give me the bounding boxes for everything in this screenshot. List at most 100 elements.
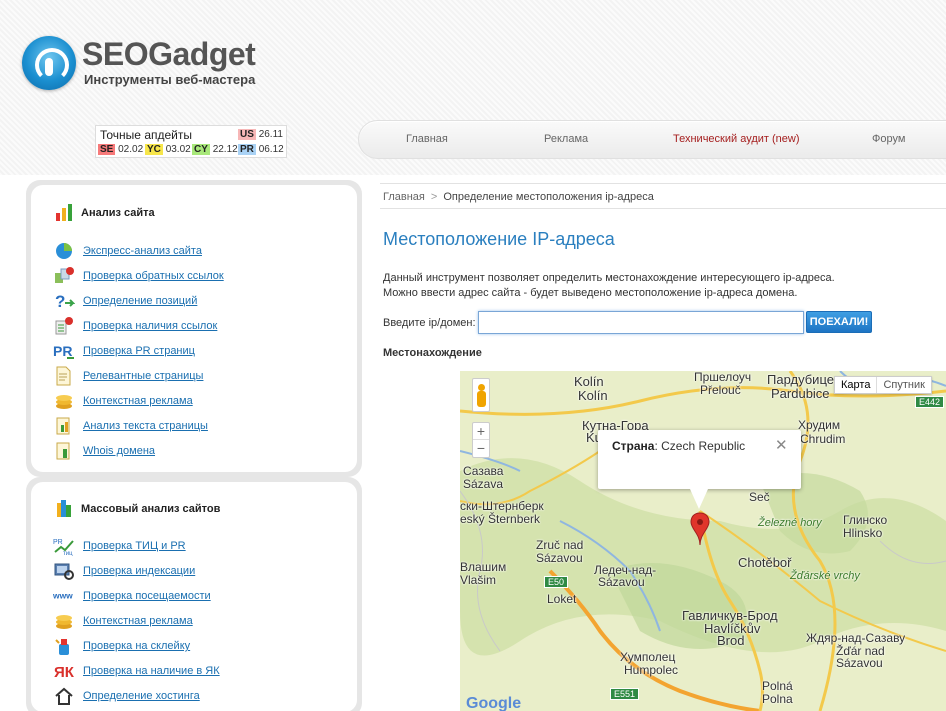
map-label: Polna — [762, 692, 793, 706]
menu-link[interactable]: Проверка наличия ссылок — [83, 320, 217, 332]
update-tag: YC — [145, 144, 163, 155]
svg-text:PR: PR — [53, 539, 63, 546]
breadcrumb: Главная > Определение местоположения ip-ад… — [383, 191, 654, 203]
update-value: 03.02 — [165, 144, 191, 155]
map-label: Sázavou — [598, 575, 645, 589]
update-us: US 26.11 — [238, 129, 283, 140]
breadcrumb-home[interactable]: Главная — [383, 191, 425, 203]
update-yc: YC 03.02 — [145, 144, 191, 155]
www-icon: www — [53, 591, 73, 601]
update-tag: CY — [192, 144, 210, 155]
menu-item-indexing[interactable]: Проверка индексации — [53, 561, 333, 583]
menu-item-context-ads[interactable]: Контекстная реклама — [53, 391, 333, 413]
svg-text:www: www — [53, 591, 73, 601]
map-type-satellite-button[interactable]: Спутник — [877, 377, 930, 393]
street-view-pegman-icon[interactable] — [472, 378, 490, 412]
update-tag: US — [238, 129, 256, 140]
menu-link[interactable]: Проверка PR страниц — [83, 345, 195, 357]
menu-item-tic-pr[interactable]: PR тиц Проверка ТИЦ и PR — [53, 536, 333, 558]
menu-link[interactable]: Определение хостинга — [83, 690, 200, 702]
update-se: SE 02.02 — [98, 144, 143, 155]
site-analysis-box: Анализ сайта Экспресс-анализ сайта Прове… — [26, 180, 362, 477]
svg-text:?: ? — [55, 292, 65, 311]
map-label: Хрудим — [798, 418, 841, 432]
top-navigation: Главная Реклама Технический аудит (new) … — [358, 120, 946, 159]
nav-home[interactable]: Главная — [406, 133, 448, 145]
description-line-2: Можно ввести адрес сайта - будет выведен… — [383, 287, 798, 299]
menu-item-glue[interactable]: Проверка на склейку — [53, 636, 333, 658]
menu-link[interactable]: Проверка индексации — [83, 565, 195, 577]
update-pr: PR 06.12 — [238, 144, 284, 155]
update-tag: SE — [98, 144, 116, 155]
map-label: Пардубице — [767, 372, 834, 387]
menu-item-links-check[interactable]: Проверка наличия ссылок — [53, 316, 333, 338]
ip-domain-input[interactable] — [478, 311, 804, 334]
menu-link[interactable]: Проверка посещаемости — [83, 590, 211, 602]
update-tag: PR — [238, 144, 256, 155]
menu-link[interactable]: Релевантные страницы — [83, 370, 203, 382]
map-marker-icon[interactable] — [690, 512, 710, 546]
description-line-1: Данный инструмент позволяет определить м… — [383, 272, 835, 284]
menu-item-hosting[interactable]: Определение хостинга — [53, 686, 333, 708]
menu-item-backlinks[interactable]: Проверка обратных ссылок — [53, 266, 333, 288]
nav-forum[interactable]: Форум — [872, 133, 905, 145]
menu-item-whois[interactable]: Whois домена — [53, 441, 333, 463]
svg-text:тиц: тиц — [63, 551, 73, 556]
close-icon[interactable]: ✕ — [775, 436, 788, 454]
menu-item-pr-pages[interactable]: PR Проверка PR страниц — [53, 341, 333, 363]
home-icon — [55, 687, 73, 705]
menu-item-relevant[interactable]: Релевантные страницы — [53, 366, 333, 388]
menu-link[interactable]: Проверка ТИЦ и PR — [83, 540, 186, 552]
map-label: Seč — [749, 490, 770, 504]
menu-link[interactable]: Контекстная реклама — [83, 615, 193, 627]
logo-icon — [22, 36, 76, 90]
links-check-icon — [55, 317, 73, 335]
menu-link[interactable]: Анализ текста страницы — [83, 420, 208, 432]
menu-item-traffic[interactable]: www Проверка посещаемости — [53, 586, 333, 608]
question-icon: ? — [55, 292, 75, 311]
menu-item-positions[interactable]: ? Определение позиций — [53, 291, 333, 313]
update-value: 06.12 — [258, 144, 284, 155]
document-icon — [56, 366, 71, 386]
updates-widget: Точные апдейты US 26.11 SE 02.02 YC 03.0… — [95, 125, 287, 158]
map-label: Pardubice — [771, 386, 830, 401]
svg-text:PR: PR — [53, 343, 72, 359]
updates-title: Точные апдейты — [100, 128, 192, 142]
yak-icon: ЯК — [54, 664, 75, 681]
zoom-in-button[interactable]: + — [473, 423, 489, 440]
svg-text:ЯК: ЯК — [54, 664, 75, 681]
ip-input-label: Введите ip/домен: — [383, 317, 476, 329]
nav-audit[interactable]: Технический аудит (new) — [673, 133, 800, 145]
menu-link[interactable]: Проверка обратных ссылок — [83, 270, 224, 282]
indexing-icon — [54, 563, 74, 580]
tic-pr-icon: PRтиц — [53, 539, 74, 556]
menu-item-express[interactable]: Экспресс-анализ сайта — [53, 241, 333, 263]
info-window-text: Страна: Czech Republic — [612, 439, 746, 453]
menu-link[interactable]: Экспресс-анализ сайта — [83, 245, 202, 257]
country-value: Czech Republic — [661, 439, 746, 453]
location-map[interactable]: Kolín Kolín Пршелоуч Přelouč Пардубице P… — [460, 371, 946, 711]
submit-button[interactable]: ПОЕХАЛИ! — [806, 311, 872, 333]
map-label: Sázavou — [536, 551, 583, 565]
map-type-map-button[interactable]: Карта — [835, 377, 878, 393]
menu-link[interactable]: Проверка на наличие в ЯК — [83, 665, 220, 677]
location-label: Местонахождение — [383, 347, 482, 359]
content-top-divider — [380, 183, 946, 184]
menu-link[interactable]: Контекстная реклама — [83, 395, 193, 407]
zoom-out-button[interactable]: − — [473, 440, 489, 457]
map-label: Kolín — [578, 388, 608, 403]
menu-link[interactable]: Whois домена — [83, 445, 155, 457]
map-label: Kolín — [574, 374, 604, 389]
nav-ads[interactable]: Реклама — [544, 133, 588, 145]
logo-title: SEOGadget — [82, 36, 256, 72]
google-logo: Google — [466, 695, 522, 711]
map-label: Sázava — [463, 477, 504, 491]
menu-item-text-analysis[interactable]: Анализ текста страницы — [53, 416, 333, 438]
menu-item-yak[interactable]: ЯК Проверка на наличие в ЯК — [53, 661, 333, 683]
menu-link[interactable]: Проверка на склейку — [83, 640, 190, 652]
site-logo[interactable]: SEOGadget Инструменты веб-мастера — [22, 34, 262, 92]
menu-item-context-ads-2[interactable]: Контекстная реклама — [53, 611, 333, 633]
menu-link[interactable]: Определение позиций — [83, 295, 197, 307]
coins-icon — [56, 615, 72, 629]
glue-icon — [55, 639, 69, 655]
